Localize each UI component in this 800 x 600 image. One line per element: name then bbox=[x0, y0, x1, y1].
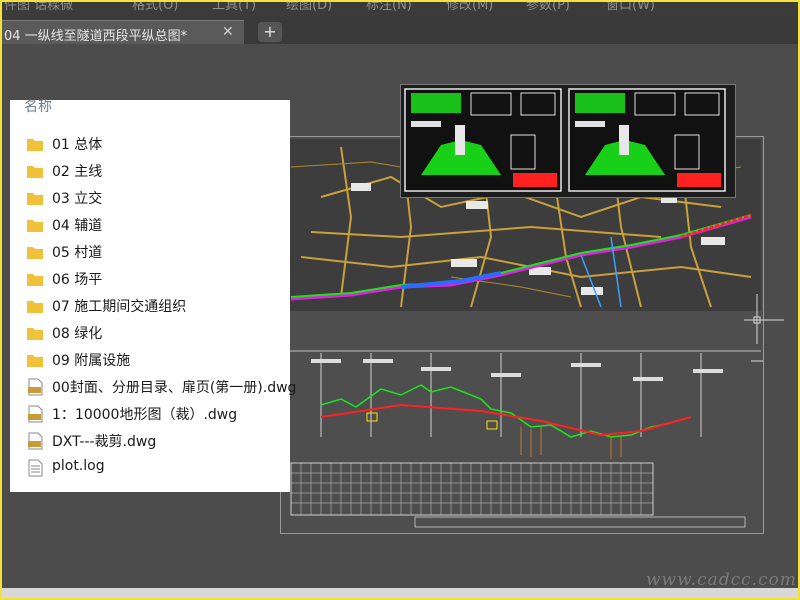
menu-item[interactable]: 修改(M) bbox=[446, 0, 493, 13]
list-item[interactable]: 08 绿化 bbox=[26, 321, 288, 345]
log-file-icon bbox=[28, 459, 43, 477]
tab-title: 04 一纵线至隧道西段平纵总图* bbox=[4, 29, 188, 44]
file-name: 04 辅道 bbox=[52, 218, 103, 234]
file-name: 03 立交 bbox=[52, 191, 103, 207]
list-item[interactable]: 09 附属设施 bbox=[26, 348, 288, 372]
file-name: 1：10000地形图（裁）.dwg bbox=[52, 407, 238, 423]
menu-bar: 件图 话糅微 格式(O) 工具(T) 绘图(D) 标注(N) 修改(M) 参数(… bbox=[0, 0, 800, 16]
file-name: 05 村道 bbox=[52, 245, 103, 261]
file-name: 01 总体 bbox=[52, 137, 103, 153]
column-header-name[interactable]: 名称 bbox=[24, 96, 52, 116]
file-name: 08 绿化 bbox=[52, 326, 103, 342]
watermark: www.cadcc.com bbox=[646, 570, 797, 590]
folder-icon bbox=[27, 274, 43, 286]
layout-thumbnail-panel[interactable] bbox=[400, 84, 736, 198]
status-bar bbox=[0, 588, 800, 600]
file-name: 06 场平 bbox=[52, 272, 103, 288]
list-item[interactable]: 03 立交 bbox=[26, 186, 288, 210]
file-name: DXT---裁剪.dwg bbox=[52, 434, 157, 450]
list-item[interactable]: 05 村道 bbox=[26, 240, 288, 264]
folder-icon bbox=[27, 328, 43, 340]
list-item[interactable]: 06 场平 bbox=[26, 267, 288, 291]
file-name: plot.log bbox=[52, 458, 105, 474]
list-item[interactable]: 00封面、分册目录、扉页(第一册).dwg bbox=[26, 375, 296, 399]
menu-item[interactable]: 工具(T) bbox=[212, 0, 256, 13]
list-item[interactable]: 02 主线 bbox=[26, 159, 288, 183]
dwg-file-icon bbox=[28, 405, 43, 423]
menu-item[interactable]: 参数(P) bbox=[526, 0, 570, 13]
close-icon[interactable]: ✕ bbox=[222, 24, 234, 40]
list-item[interactable]: 01 总体 bbox=[26, 132, 288, 156]
folder-icon bbox=[27, 220, 43, 232]
menu-item[interactable]: 窗口(W) bbox=[606, 0, 655, 13]
folder-icon bbox=[27, 166, 43, 178]
dwg-file-icon bbox=[28, 378, 43, 396]
tab-document[interactable]: 04 一纵线至隧道西段平纵总图* ✕ bbox=[0, 20, 244, 45]
list-item[interactable]: 07 施工期间交通组织 bbox=[26, 294, 288, 318]
folder-icon bbox=[27, 355, 43, 367]
layout-thumbnails-graphics bbox=[404, 88, 726, 192]
folder-icon bbox=[27, 301, 43, 313]
folder-icon bbox=[27, 193, 43, 205]
list-item[interactable]: 1：10000地形图（裁）.dwg bbox=[26, 402, 288, 426]
file-name: 02 主线 bbox=[52, 164, 103, 180]
file-name: 09 附属设施 bbox=[52, 353, 131, 369]
new-tab-button[interactable]: + bbox=[258, 22, 282, 42]
file-list-panel: 名称 01 总体 02 主线 03 立交 04 辅道 05 村道 06 场平 0… bbox=[10, 99, 296, 492]
list-item[interactable]: DXT---裁剪.dwg bbox=[26, 429, 288, 453]
file-name: 00封面、分册目录、扉页(第一册).dwg bbox=[52, 380, 297, 396]
menu-item[interactable]: 绘图(D) bbox=[286, 0, 332, 13]
list-item[interactable]: plot.log bbox=[26, 456, 288, 480]
menu-item[interactable]: 件图 话糅微 bbox=[4, 0, 73, 13]
menu-item[interactable]: 格式(O) bbox=[132, 0, 178, 13]
dwg-file-icon bbox=[28, 432, 43, 450]
document-tab-strip: 04 一纵线至隧道西段平纵总图* ✕ + bbox=[0, 16, 800, 45]
list-item[interactable]: 04 辅道 bbox=[26, 213, 288, 237]
crosshair-cursor-icon bbox=[744, 294, 784, 344]
folder-icon bbox=[27, 139, 43, 151]
folder-icon bbox=[27, 247, 43, 259]
file-name: 07 施工期间交通组织 bbox=[52, 299, 187, 315]
menu-item[interactable]: 标注(N) bbox=[366, 0, 412, 13]
